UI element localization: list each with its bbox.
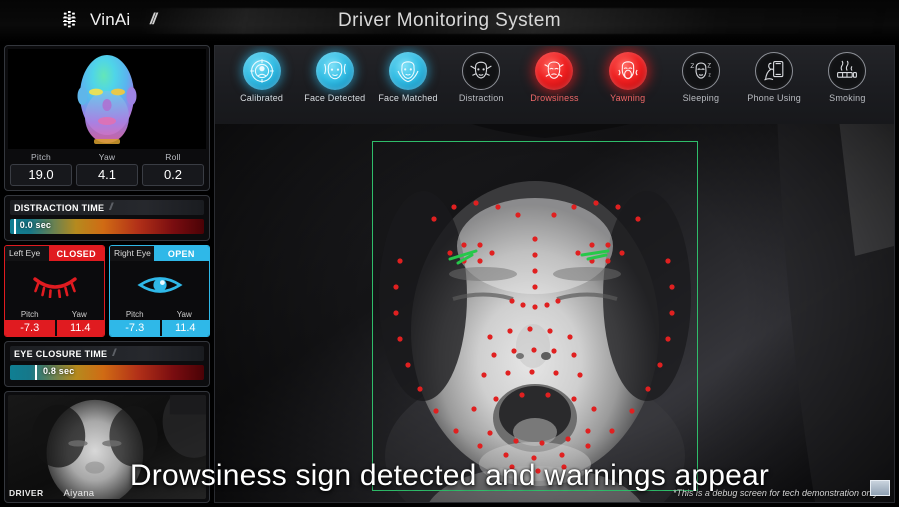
right-eye-yaw-value: 11.4 bbox=[161, 320, 209, 336]
status-drowsiness-label: Drowsiness bbox=[530, 93, 579, 103]
status-drowsiness[interactable]: Drowsiness bbox=[518, 52, 591, 103]
pose-yaw-value: 4.1 bbox=[76, 164, 138, 186]
eye-closed-icon bbox=[32, 277, 77, 298]
caption-overlay: Drowsiness sign detected and warnings ap… bbox=[129, 459, 770, 492]
pose-pitch-label: Pitch bbox=[31, 152, 51, 162]
pose-roll: Roll 0.2 bbox=[142, 152, 204, 186]
left-eye-art bbox=[5, 261, 104, 309]
pose-yaw-label: Yaw bbox=[98, 152, 116, 162]
landmark-points bbox=[393, 200, 675, 474]
svg-text:Z: Z bbox=[707, 63, 711, 69]
drowsy-face-icon bbox=[535, 52, 574, 90]
distraction-time-bar: 0.0 sec bbox=[10, 219, 204, 234]
right-eye-pitch: Pitch -7.3 bbox=[110, 309, 160, 336]
status-smoking-label: Smoking bbox=[829, 93, 866, 103]
smoking-icon bbox=[828, 52, 867, 90]
left-eye-pitch-label: Pitch bbox=[5, 309, 55, 320]
right-eye-label: Right Eye bbox=[110, 246, 154, 261]
meter-slashes-decoration: // bbox=[109, 202, 112, 213]
right-eye-panel: Right Eye OPEN Pitch -7.3 Yaw 11.4 bbox=[109, 245, 210, 337]
status-sleeping[interactable]: Z Z z Sleeping bbox=[664, 52, 737, 103]
pose-roll-value: 0.2 bbox=[142, 164, 204, 186]
left-eye-panel: Left Eye CLOSED Pitch -7.3 Yaw 11.4 bbox=[4, 245, 105, 337]
status-distraction-label: Distraction bbox=[458, 93, 504, 103]
distraction-time-title: DISTRACTION TIME bbox=[14, 202, 105, 213]
app-header: VinAi // Driver Monitoring System bbox=[0, 0, 899, 42]
head-pose-panel: Pitch 19.0 Yaw 4.1 Roll 0.2 bbox=[4, 45, 210, 191]
pose-pitch: Pitch 19.0 bbox=[10, 152, 72, 186]
status-distraction[interactable]: Distraction bbox=[445, 52, 518, 103]
status-sleeping-label: Sleeping bbox=[682, 93, 720, 103]
pose-roll-label: Roll bbox=[165, 152, 181, 162]
left-eye-state-badge: CLOSED bbox=[48, 246, 104, 261]
phone-using-icon bbox=[755, 52, 794, 90]
eye-closure-time-marker bbox=[35, 365, 38, 380]
left-eye-yaw: Yaw 11.4 bbox=[54, 309, 104, 336]
page-title: Driver Monitoring System bbox=[338, 10, 561, 31]
eye-status-row: Left Eye CLOSED Pitch -7.3 Yaw 11.4 Righ… bbox=[4, 245, 210, 337]
pose-yaw: Yaw 4.1 bbox=[76, 152, 138, 186]
head-mesh-3d bbox=[77, 55, 137, 144]
main-video-panel: Calibrated Face Detected Face Matched Di… bbox=[214, 45, 895, 503]
status-yawning[interactable]: Yawning bbox=[591, 52, 664, 103]
head-model-viewport bbox=[8, 49, 206, 149]
sleeping-face-icon: Z Z z bbox=[681, 52, 720, 90]
eye-region-markers bbox=[448, 249, 610, 265]
pose-pitch-value: 19.0 bbox=[10, 164, 72, 186]
status-indicator-strip: Calibrated Face Detected Face Matched Di… bbox=[215, 46, 894, 124]
head-pose-values: Pitch 19.0 Yaw 4.1 Roll 0.2 bbox=[8, 149, 206, 188]
eye-closure-time-value: 0.8 sec bbox=[42, 366, 75, 376]
svg-text:Z: Z bbox=[690, 63, 694, 70]
status-yawning-label: Yawning bbox=[610, 93, 646, 103]
eye-open-icon bbox=[136, 277, 183, 293]
left-eye-pitch: Pitch -7.3 bbox=[5, 309, 55, 336]
distraction-time-header: DISTRACTION TIME // bbox=[10, 200, 204, 215]
left-eye-yaw-label: Yaw bbox=[54, 309, 104, 320]
distraction-face-icon bbox=[462, 52, 501, 90]
face-detect-icon bbox=[315, 52, 354, 90]
status-face-detected-label: Face Detected bbox=[304, 93, 366, 103]
right-eye-yaw-label: Yaw bbox=[159, 309, 209, 320]
status-smoking[interactable]: Smoking bbox=[811, 52, 884, 103]
status-face-matched[interactable]: Face Matched bbox=[371, 52, 444, 103]
left-eye-stats: Pitch -7.3 Yaw 11.4 bbox=[5, 309, 104, 336]
left-eye-pitch-value: -7.3 bbox=[5, 320, 55, 336]
right-eye-pitch-label: Pitch bbox=[110, 309, 160, 320]
dms-screen: VinAi // Driver Monitoring System Pitch … bbox=[0, 0, 899, 507]
facial-landmark-overlay bbox=[393, 200, 675, 474]
distraction-time-marker bbox=[13, 219, 16, 234]
right-eye-header: Right Eye OPEN bbox=[110, 246, 209, 261]
status-phone-using[interactable]: Phone Using bbox=[738, 52, 811, 103]
right-eye-pitch-value: -7.3 bbox=[110, 320, 160, 336]
face-match-icon bbox=[389, 52, 428, 90]
eye-closure-time-title: EYE CLOSURE TIME bbox=[14, 348, 108, 359]
eye-closure-time-header: EYE CLOSURE TIME // bbox=[10, 346, 204, 361]
distraction-time-value: 0.0 sec bbox=[19, 220, 52, 230]
left-eye-yaw-value: 11.4 bbox=[56, 320, 104, 336]
left-eye-header: Left Eye CLOSED bbox=[5, 246, 104, 261]
eye-closure-time-bar: 0.8 sec bbox=[10, 365, 204, 380]
calibration-target-icon bbox=[242, 52, 281, 90]
svg-text:z: z bbox=[708, 73, 711, 79]
yawning-face-icon bbox=[608, 52, 647, 90]
right-eye-yaw: Yaw 11.4 bbox=[159, 309, 209, 336]
right-eye-stats: Pitch -7.3 Yaw 11.4 bbox=[110, 309, 209, 336]
distraction-time-panel: DISTRACTION TIME // 0.0 sec bbox=[4, 195, 210, 241]
status-calibrated[interactable]: Calibrated bbox=[225, 52, 298, 103]
left-sidebar: Pitch 19.0 Yaw 4.1 Roll 0.2 DISTRACTION … bbox=[4, 45, 210, 503]
status-face-detected[interactable]: Face Detected bbox=[298, 52, 371, 103]
left-eye-label: Left Eye bbox=[5, 246, 49, 261]
right-eye-state-badge: OPEN bbox=[153, 246, 209, 261]
status-phone-using-label: Phone Using bbox=[747, 93, 802, 103]
meter-slashes-decoration-2: // bbox=[112, 348, 115, 359]
right-eye-art bbox=[110, 261, 209, 309]
status-face-matched-label: Face Matched bbox=[378, 93, 438, 103]
eye-closure-time-panel: EYE CLOSURE TIME // 0.8 sec bbox=[4, 341, 210, 387]
status-calibrated-label: Calibrated bbox=[240, 93, 284, 103]
